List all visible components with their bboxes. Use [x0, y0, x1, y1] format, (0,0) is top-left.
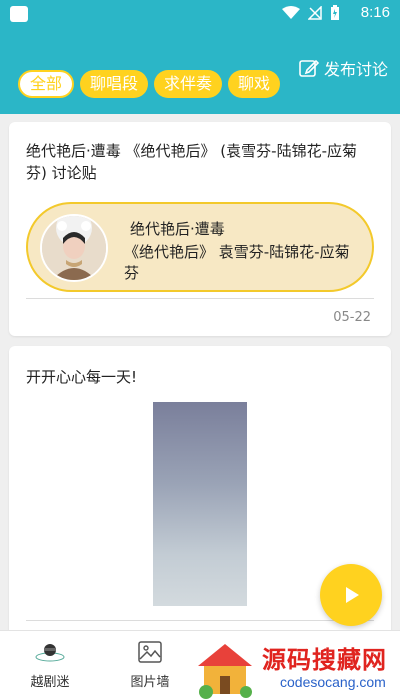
- divider: [26, 620, 374, 621]
- nav-label: 越剧迷: [30, 675, 70, 690]
- post-discussion-button[interactable]: 发布讨论: [298, 56, 388, 80]
- status-bar: 8:16: [0, 0, 400, 28]
- nav-item-photo-wall[interactable]: 图片墙: [110, 641, 190, 690]
- song-title: 绝代艳后·遭毒: [130, 220, 225, 238]
- wifi-icon: [282, 6, 300, 19]
- watermark-title: 源码搜藏网: [262, 646, 387, 674]
- app-header: 8:16 全部 聊唱段 求伴奏 聊戏 发布讨论: [0, 0, 400, 114]
- nav-item-yueju[interactable]: 越剧迷: [10, 641, 90, 690]
- song-performers: 《绝代艳后》 袁雪芬-陆锦花-应菊芬: [124, 243, 350, 282]
- watermark-url: codesocang.com: [280, 674, 386, 690]
- battery-icon: [331, 5, 339, 20]
- house-logo-icon: [198, 644, 252, 699]
- song-avatar: [40, 214, 108, 282]
- category-tabs: 全部 聊唱段 求伴奏 聊戏: [18, 70, 281, 98]
- post-card[interactable]: 绝代艳后·遭毒 《绝代艳后》 (袁雪芬-陆锦花-应菊芬) 讨论贴 绝代艳后·遭毒…: [9, 122, 391, 336]
- status-icons: [282, 5, 340, 21]
- post-discussion-label: 发布讨论: [323, 60, 388, 79]
- post-image[interactable]: [153, 402, 247, 606]
- image-icon: [138, 641, 162, 663]
- post-date: 05-22: [333, 310, 371, 325]
- nav-label: 图片墙: [130, 675, 170, 690]
- tab-talk-arias[interactable]: 聊唱段: [80, 70, 149, 98]
- tab-request-accompaniment[interactable]: 求伴奏: [154, 70, 223, 98]
- post-title: 开开心心每一天!: [26, 368, 138, 386]
- app-notification-icon: [10, 6, 28, 22]
- play-icon: [346, 587, 359, 603]
- tab-talk-opera[interactable]: 聊戏: [228, 70, 281, 98]
- edit-icon: [299, 59, 320, 77]
- no-signal-icon: [308, 6, 322, 20]
- status-time: 8:16: [360, 4, 390, 21]
- divider: [26, 298, 374, 299]
- opera-mask-icon: [35, 644, 65, 662]
- tab-all[interactable]: 全部: [18, 70, 75, 98]
- song-pill[interactable]: 绝代艳后·遭毒 《绝代艳后》 袁雪芬-陆锦花-应菊芬: [26, 202, 374, 292]
- post-title: 绝代艳后·遭毒 《绝代艳后》 (袁雪芬-陆锦花-应菊芬) 讨论贴: [26, 142, 357, 182]
- play-button[interactable]: [320, 564, 382, 626]
- watermark: 源码搜藏网 codesocang.com: [190, 636, 400, 700]
